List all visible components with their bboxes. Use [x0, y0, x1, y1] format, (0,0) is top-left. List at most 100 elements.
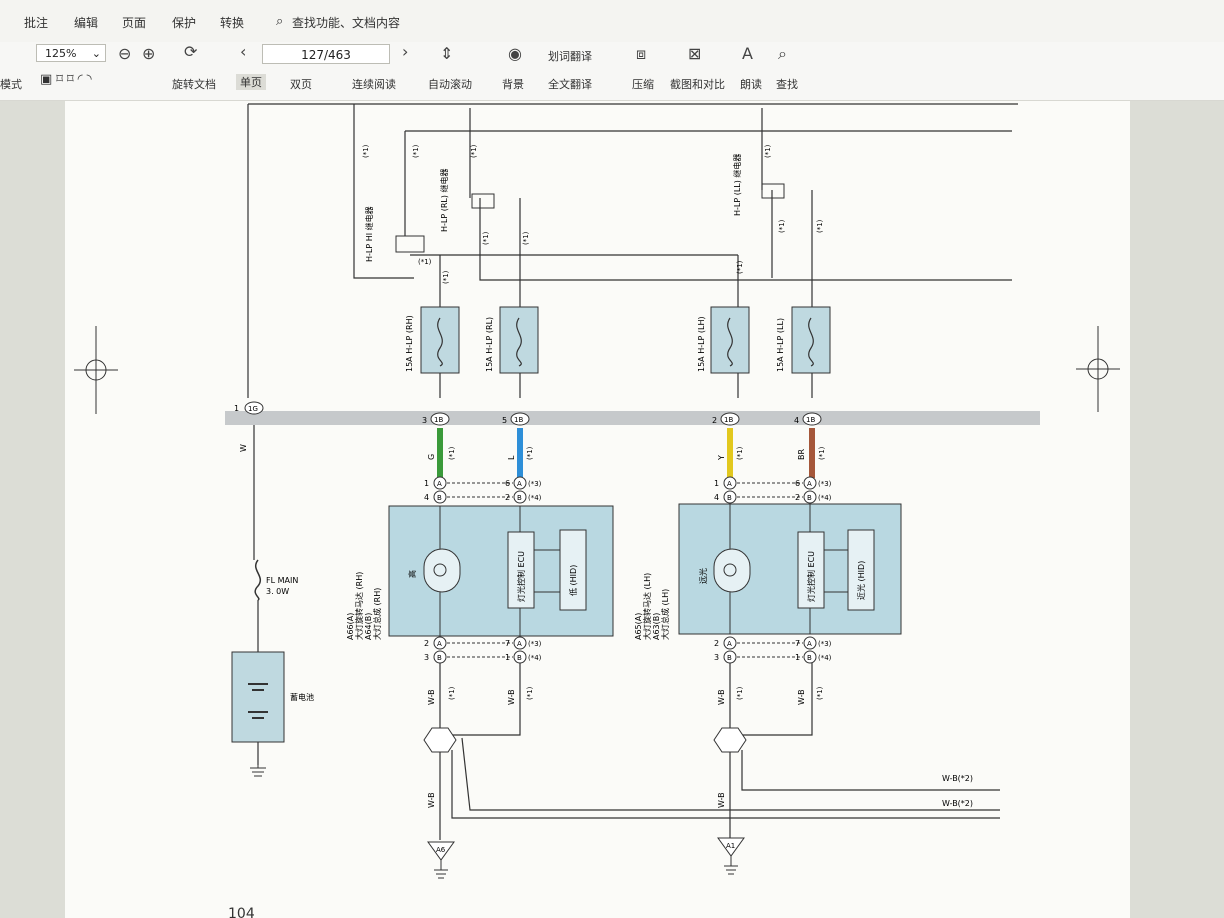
- prev-page-icon[interactable]: ‹: [240, 42, 246, 61]
- conn-b: B: [727, 654, 732, 662]
- pin-label: 4: [714, 493, 719, 502]
- relay-rl: [471, 193, 495, 209]
- pin-label: 4: [794, 416, 799, 425]
- fuse-lh: [710, 306, 750, 374]
- rotate-icon[interactable]: ⟳: [184, 42, 197, 61]
- reader-toolbar: 125% ⌄ ⊖ ⊕ ⟳ ‹ 127/463 › ⇕ ◉ 划词翻译 ⧈ ⊠ A ⌕…: [0, 42, 1224, 101]
- chevron-down-icon: ⌄: [91, 47, 101, 60]
- auto-scroll-icon[interactable]: ⇕: [440, 44, 453, 63]
- eye-icon[interactable]: ◉: [508, 44, 522, 63]
- pin-label: 6: [505, 479, 510, 488]
- continuous-read-button[interactable]: 连续阅读: [352, 76, 396, 92]
- wire-blue: [517, 428, 523, 478]
- fuse-rh: [420, 306, 460, 374]
- search-icon[interactable]: ⌕: [276, 14, 283, 29]
- next-page-icon[interactable]: ›: [402, 42, 408, 61]
- conn-b: B: [437, 654, 442, 662]
- wire-label-wb: W-B: [427, 792, 436, 808]
- wire-label-wb: W-B: [797, 689, 806, 705]
- wire-label-wb: W-B: [427, 689, 436, 705]
- note-star1: (*1): [362, 144, 370, 158]
- note-star1: (*1): [816, 219, 824, 233]
- note-star3: (*3): [528, 480, 542, 488]
- search-feature-input[interactable]: 查找功能、文档内容: [292, 14, 400, 31]
- lh-beam-label: 远光: [698, 568, 708, 584]
- connector-band: [225, 411, 1040, 425]
- zoom-select[interactable]: 125% ⌄: [36, 44, 106, 62]
- fl-main-fuse: [254, 559, 261, 601]
- wire-label-br: BR: [797, 449, 806, 460]
- conn-b: B: [727, 494, 732, 502]
- zoom-out-icon[interactable]: ⊖: [118, 44, 131, 63]
- connector-1g-label: 1G: [248, 405, 258, 413]
- zoom-value: 125%: [45, 47, 77, 60]
- splice-rh: [423, 727, 457, 753]
- lh-ecu-label: 灯光控制 ECU: [806, 551, 816, 602]
- rh-ecu-label: 灯光控制 ECU: [516, 551, 526, 602]
- note-star1: (*1): [448, 446, 456, 460]
- read-aloud-button[interactable]: 朗读: [740, 76, 762, 92]
- note-star1: (*1): [442, 270, 450, 284]
- lh-hid-label: 近光 (HID): [856, 561, 866, 600]
- lh-name1: 大灯旋转马达 (LH): [642, 573, 652, 640]
- rotate-doc-button[interactable]: 旋转文档: [172, 76, 216, 92]
- page-number: 104: [228, 906, 255, 918]
- full-translate-button[interactable]: 全文翻译: [548, 76, 592, 92]
- pin-1g: 1: [234, 404, 239, 413]
- note-star4: (*4): [528, 494, 542, 502]
- word-translate-button[interactable]: 划词翻译: [548, 48, 592, 64]
- screenshot-icon[interactable]: ⊠: [688, 44, 701, 63]
- single-page-button[interactable]: 单页: [236, 74, 266, 90]
- note-star1: (*1): [412, 144, 420, 158]
- mode-button[interactable]: 模式: [0, 76, 22, 92]
- menu-protect[interactable]: 保护: [172, 14, 196, 31]
- read-aloud-icon[interactable]: A: [742, 44, 753, 63]
- wiring-diagram: H-LP HI 继电器 H-LP (RL) 继电器 H-LP (LL) 继电器 …: [74, 103, 1120, 918]
- rh-hid-label: 低 (HID): [568, 565, 578, 596]
- fuse-rl-label: 15A H-LP (RL): [485, 317, 494, 372]
- pin-label: 4: [424, 493, 429, 502]
- conn-a: A: [727, 640, 732, 648]
- wire-green: [437, 428, 443, 478]
- fuse-ll-label: 15A H-LP (LL): [776, 318, 785, 372]
- note-star3: (*3): [818, 480, 832, 488]
- compress-button[interactable]: 压缩: [632, 76, 654, 92]
- ground-a1-label: A1: [726, 842, 735, 850]
- wire-brown: [809, 428, 815, 478]
- note-star3: (*3): [528, 640, 542, 648]
- find-icon[interactable]: ⌕: [778, 44, 787, 64]
- double-page-button[interactable]: 双页: [290, 76, 312, 92]
- note-star1: (*1): [736, 686, 744, 700]
- conn-a: A: [437, 640, 442, 648]
- zoom-in-icon[interactable]: ⊕: [142, 44, 155, 63]
- note-star1: (*1): [448, 686, 456, 700]
- compress-icon[interactable]: ⧈: [636, 44, 646, 64]
- pin-label: 3: [424, 653, 429, 662]
- menu-edit[interactable]: 编辑: [74, 14, 98, 31]
- background-button[interactable]: 背景: [502, 76, 524, 92]
- battery-box: [231, 651, 285, 743]
- relay-ll-label: H-LP (LL) 继电器: [732, 154, 742, 216]
- relay-hi: [395, 235, 425, 253]
- note-star1: (*1): [818, 446, 826, 460]
- relay-hi-label: H-LP HI 继电器: [364, 206, 374, 262]
- menu-annotate[interactable]: 批注: [24, 14, 48, 31]
- wire-label-wb: W-B: [507, 689, 516, 705]
- conn-a: A: [807, 480, 812, 488]
- fuse-rl: [499, 306, 539, 374]
- lh-code-b: A63(B): [652, 613, 661, 640]
- find-button[interactable]: 查找: [776, 76, 798, 92]
- note-star1: (*1): [778, 219, 786, 233]
- conn-b: B: [807, 654, 812, 662]
- relay-ll: [761, 183, 785, 199]
- screenshot-compare-button[interactable]: 截图和对比: [670, 76, 725, 92]
- auto-scroll-button[interactable]: 自动滚动: [428, 76, 472, 92]
- lh-name2: 大灯总成 (LH): [660, 589, 670, 640]
- pin-label: 2: [505, 493, 510, 502]
- page-number-input[interactable]: 127/463: [262, 44, 390, 64]
- view-tools-icon[interactable]: ▣⌑⌑◜◝: [40, 72, 96, 87]
- note-star1: (*1): [522, 231, 530, 245]
- menu-convert[interactable]: 转换: [220, 14, 244, 31]
- menu-page[interactable]: 页面: [122, 14, 146, 31]
- conn-a: A: [517, 480, 522, 488]
